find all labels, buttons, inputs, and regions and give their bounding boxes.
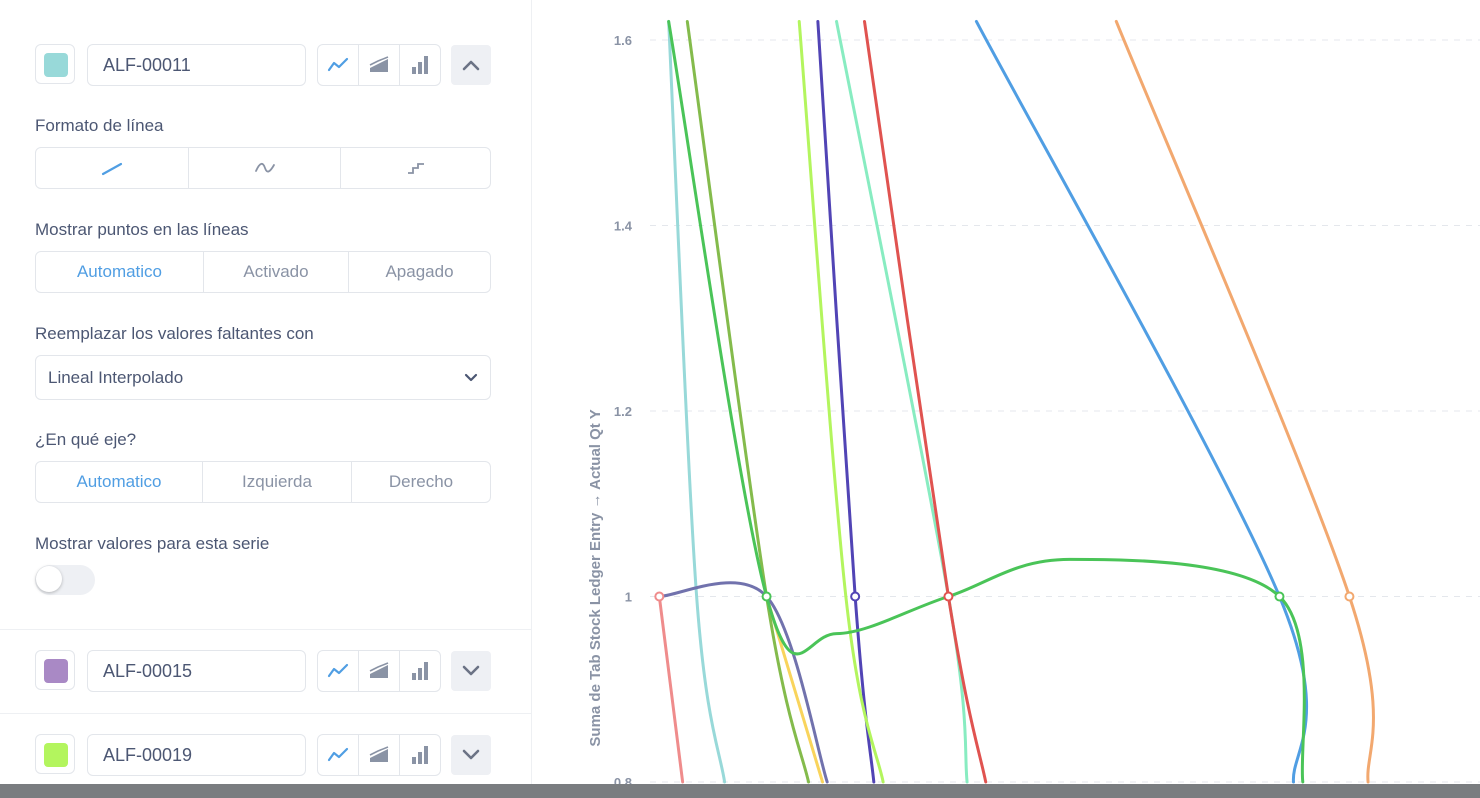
window-bottom-bar xyxy=(0,784,1480,798)
series-color-picker[interactable] xyxy=(35,44,75,84)
series-color-picker[interactable] xyxy=(35,734,75,774)
show-values-label: Mostrar valores para esta serie xyxy=(35,534,270,553)
toggle-knob xyxy=(36,566,62,592)
data-point xyxy=(761,591,772,602)
chevron-down-icon xyxy=(462,749,480,760)
data-point xyxy=(1344,591,1355,602)
line-curved-icon[interactable] xyxy=(189,148,341,188)
bar-chart-icon[interactable] xyxy=(400,735,440,775)
data-point xyxy=(654,591,665,602)
axis-automatic-option[interactable]: Automatico xyxy=(36,462,203,502)
data-point xyxy=(850,591,861,602)
series-name-input[interactable] xyxy=(87,650,306,692)
y-tick-label: 1.2 xyxy=(614,404,632,419)
series-line xyxy=(667,19,727,784)
chart-type-selector xyxy=(317,734,441,776)
area-chart-icon[interactable] xyxy=(359,735,400,775)
y-tick-label: 0.8 xyxy=(614,775,632,784)
series-name-input[interactable] xyxy=(87,734,306,776)
series-line xyxy=(862,19,988,784)
show-points-label: Mostrar puntos en las líneas xyxy=(35,220,249,239)
axis-selector: Automatico Izquierda Derecho xyxy=(35,461,491,503)
series-row-3 xyxy=(35,734,491,776)
data-point xyxy=(1274,591,1285,602)
line-format-label: Formato de línea xyxy=(35,116,164,135)
series-name-input[interactable] xyxy=(87,44,306,86)
series-line xyxy=(667,19,1306,784)
chart-type-selector xyxy=(317,650,441,692)
y-tick-label: 1.6 xyxy=(614,33,632,48)
chevron-down-icon xyxy=(462,665,480,676)
missing-values-selected: Lineal Interpolado xyxy=(48,367,184,387)
series-line xyxy=(657,581,829,784)
collapse-series-button[interactable] xyxy=(451,45,491,85)
y-axis-label: Suma de Tab Stock Ledger Entry → Actual … xyxy=(587,409,604,746)
series-line xyxy=(816,19,876,784)
line-straight-icon[interactable] xyxy=(36,148,189,188)
chevron-down-icon xyxy=(464,373,478,381)
show-points-selector: Automatico Activado Apagado xyxy=(35,251,491,293)
show-points-off-option[interactable]: Apagado xyxy=(349,252,490,292)
series-line xyxy=(685,19,811,784)
data-point xyxy=(943,591,954,602)
missing-values-label: Reemplazar los valores faltantes con xyxy=(35,324,314,343)
series-line xyxy=(974,19,1309,784)
bar-chart-icon[interactable] xyxy=(400,45,440,85)
line-chart: 0.8 1 1.2 1.4 1.6 Suma de Tab Stock Ledger En… xyxy=(532,0,1480,790)
missing-values-select[interactable]: Lineal Interpolado xyxy=(35,355,491,400)
row-divider xyxy=(0,713,531,714)
axis-right-option[interactable]: Derecho xyxy=(352,462,490,502)
area-chart-icon[interactable] xyxy=(359,651,400,691)
show-points-on-option[interactable]: Activado xyxy=(204,252,349,292)
y-tick-label: 1.4 xyxy=(614,219,633,234)
show-points-automatic-option[interactable]: Automatico xyxy=(36,252,204,292)
expand-series-button[interactable] xyxy=(451,651,491,691)
line-step-icon[interactable] xyxy=(341,148,490,188)
show-values-toggle[interactable] xyxy=(35,565,95,595)
series-row-1 xyxy=(35,44,491,86)
line-chart-icon[interactable] xyxy=(318,651,359,691)
row-divider xyxy=(0,629,531,630)
series-settings-panel: Formato de línea Mostrar puntos en las l… xyxy=(0,0,532,784)
expand-series-button[interactable] xyxy=(451,735,491,775)
area-chart-icon[interactable] xyxy=(359,45,400,85)
chevron-up-icon xyxy=(462,60,480,71)
series-line xyxy=(1114,19,1375,784)
chart-type-selector xyxy=(317,44,441,86)
line-chart-icon[interactable] xyxy=(318,735,359,775)
line-format-selector xyxy=(35,147,491,189)
series-line xyxy=(657,595,685,784)
chart-canvas: 0.8 1 1.2 1.4 1.6 Suma de Tab Stock Ledger En… xyxy=(587,19,1480,790)
series-row-2 xyxy=(35,650,491,692)
y-tick-label: 1 xyxy=(625,590,632,605)
axis-label: ¿En qué eje? xyxy=(35,430,137,449)
bar-chart-icon[interactable] xyxy=(400,651,440,691)
line-chart-icon[interactable] xyxy=(318,45,359,85)
series-color-picker[interactable] xyxy=(35,650,75,690)
axis-left-option[interactable]: Izquierda xyxy=(203,462,352,502)
